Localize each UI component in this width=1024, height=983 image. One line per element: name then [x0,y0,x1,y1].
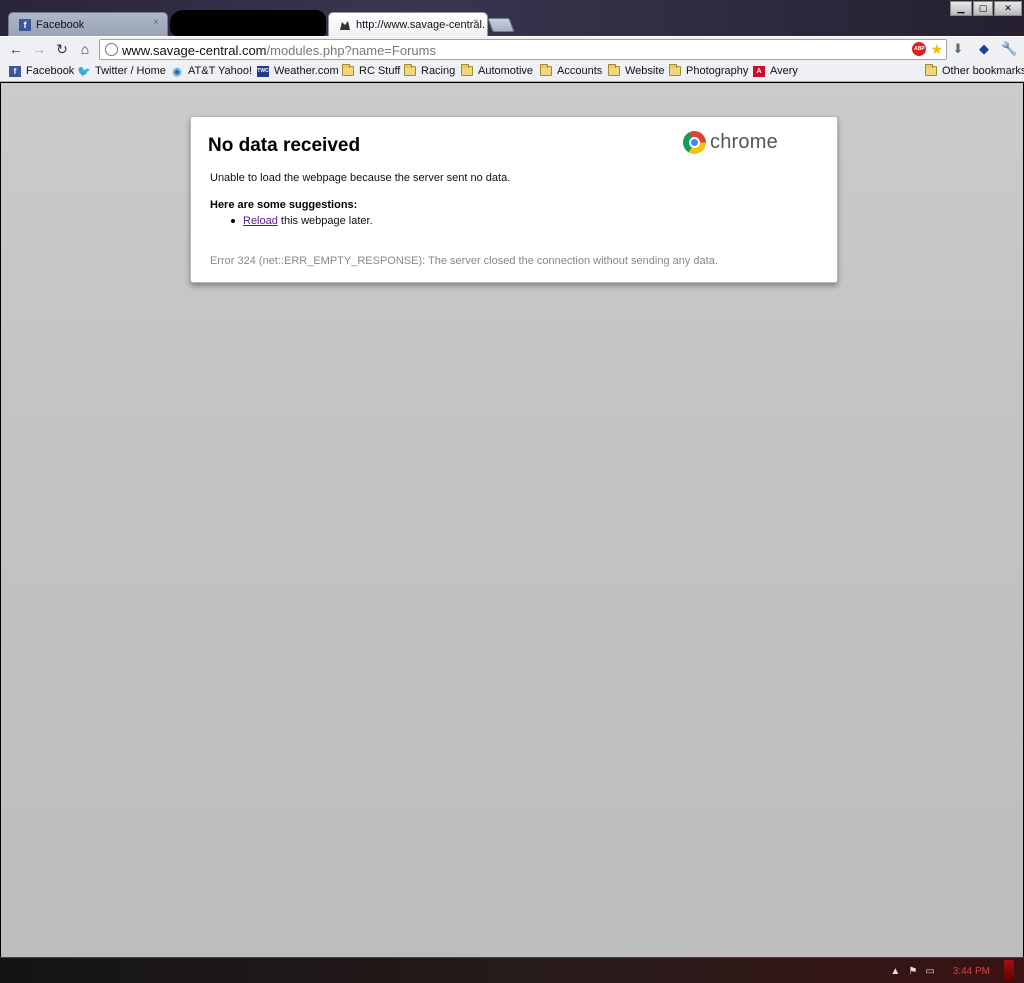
avery-icon: A [753,65,765,77]
maximize-button[interactable]: ▢ [973,1,993,16]
bookmark-label: Weather.com [274,65,339,77]
bookmark-weather[interactable]: TWC Weather.com [257,65,339,77]
clock[interactable]: 3:44 PM [953,966,990,977]
error-card: No data received chrome Unable to load t… [190,116,838,283]
tab-strip: f Facebook × http://www.savage-central. … [0,0,1024,36]
tab-savage-central[interactable]: http://www.savage-central. × [328,12,488,36]
browser-toolbar: ← → ↻ ⌂ www.savage-central.com/modules.p… [0,36,1024,62]
address-bar[interactable]: www.savage-central.com/modules.php?name=… [99,39,947,60]
url-text[interactable]: www.savage-central.com/modules.php?name=… [122,43,436,58]
weather-icon: TWC [257,65,269,77]
bookmark-label: Other bookmarks [942,65,1024,77]
bookmark-folder-racing[interactable]: Racing [404,64,456,77]
folder-icon [540,64,552,76]
other-bookmarks-folder[interactable]: Other bookmarks [925,64,1024,77]
tab-close-icon[interactable]: × [473,17,479,28]
folder-icon [342,64,354,76]
error-message: Unable to load the webpage because the s… [210,172,511,184]
reload-link[interactable]: Reload [243,215,278,227]
bookmark-label: AT&T Yahoo! [188,65,253,77]
error-detail: Error 324 (net::ERR_EMPTY_RESPONSE): The… [210,255,718,267]
bookmark-label: Photography [686,65,749,77]
new-tab-button[interactable] [487,18,515,32]
window-controls: ▁ ▢ ✕ [950,1,1022,17]
network-icon[interactable]: ▭ [925,966,934,977]
download-extension-icon[interactable]: ⬇ [950,41,966,57]
globe-icon [105,43,118,56]
extension-icon[interactable]: ◆ [976,41,992,57]
suggestion-text: this webpage later. [277,215,373,227]
tab-facebook[interactable]: f Facebook × [8,12,168,36]
forward-arrow-icon[interactable]: → [30,41,48,57]
chrome-wordmark: chrome [710,131,778,153]
bookmark-avery[interactable]: A Avery [753,65,798,77]
bookmark-folder-accounts[interactable]: Accounts [540,64,603,77]
error-title: No data received [208,135,361,156]
minimize-button[interactable]: ▁ [950,1,972,16]
folder-icon [608,64,620,76]
bullet-icon [231,219,235,224]
bookmark-label: Racing [421,65,456,77]
folder-icon [925,64,937,76]
twitter-icon: 🐦 [77,65,91,78]
show-hidden-icons-icon[interactable]: ▲ [890,966,900,977]
action-center-flag-icon[interactable]: ⚑ [908,966,917,977]
adblock-icon[interactable]: ABP [912,42,927,56]
folder-icon [669,64,681,76]
bookmark-label: Avery [770,65,798,77]
chrome-icon [683,131,706,154]
system-tray: ▲ ⚑ ▭ 3:44 PM [890,958,1024,983]
folder-icon [404,64,416,76]
bookmark-label: Accounts [557,65,603,77]
att-icon: ◉ [172,65,182,78]
bookmark-label: Website [625,65,665,77]
redacted-tab[interactable] [170,10,326,36]
bookmark-folder-photography[interactable]: Photography [669,64,749,77]
windows-taskbar: ▲ ⚑ ▭ 3:44 PM [0,957,1024,983]
bookmark-twitter[interactable]: 🐦 Twitter / Home [77,65,166,78]
bookmark-star-icon[interactable]: ★ [930,42,943,56]
facebook-icon: f [19,18,31,31]
back-arrow-icon[interactable]: ← [7,41,25,57]
suggestions-heading: Here are some suggestions: [210,199,358,211]
home-icon[interactable]: ⌂ [76,41,94,57]
facebook-icon: f [9,65,21,77]
site-icon [339,19,351,31]
bookmark-label: Facebook [26,65,75,77]
folder-icon [461,64,473,76]
bookmark-folder-automotive[interactable]: Automotive [461,64,534,77]
bookmark-att-yahoo[interactable]: ◉ AT&T Yahoo! [171,65,253,78]
page-content: No data received chrome Unable to load t… [1,83,1023,957]
chrome-logo: chrome [683,131,778,154]
tab-close-icon[interactable]: × [153,17,159,28]
show-desktop-button[interactable] [1004,960,1014,982]
bookmark-label: RC Stuff [359,65,401,77]
reload-icon[interactable]: ↻ [53,41,71,58]
bookmark-folder-website[interactable]: Website [608,64,665,77]
tab-title: Facebook [36,18,85,31]
bookmark-label: Automotive [478,65,534,77]
bookmark-label: Twitter / Home [95,65,166,77]
wrench-menu-icon[interactable]: 🔧 [1001,41,1017,57]
bookmark-facebook[interactable]: f Facebook [9,65,74,77]
bookmark-folder-rc-stuff[interactable]: RC Stuff [342,64,401,77]
suggestion-item: Reload this webpage later. [231,215,373,227]
bookmarks-bar: f Facebook 🐦 Twitter / Home ◉ AT&T Yahoo… [0,62,1024,82]
close-window-button[interactable]: ✕ [994,1,1022,16]
tab-title: http://www.savage-central. [356,18,486,31]
